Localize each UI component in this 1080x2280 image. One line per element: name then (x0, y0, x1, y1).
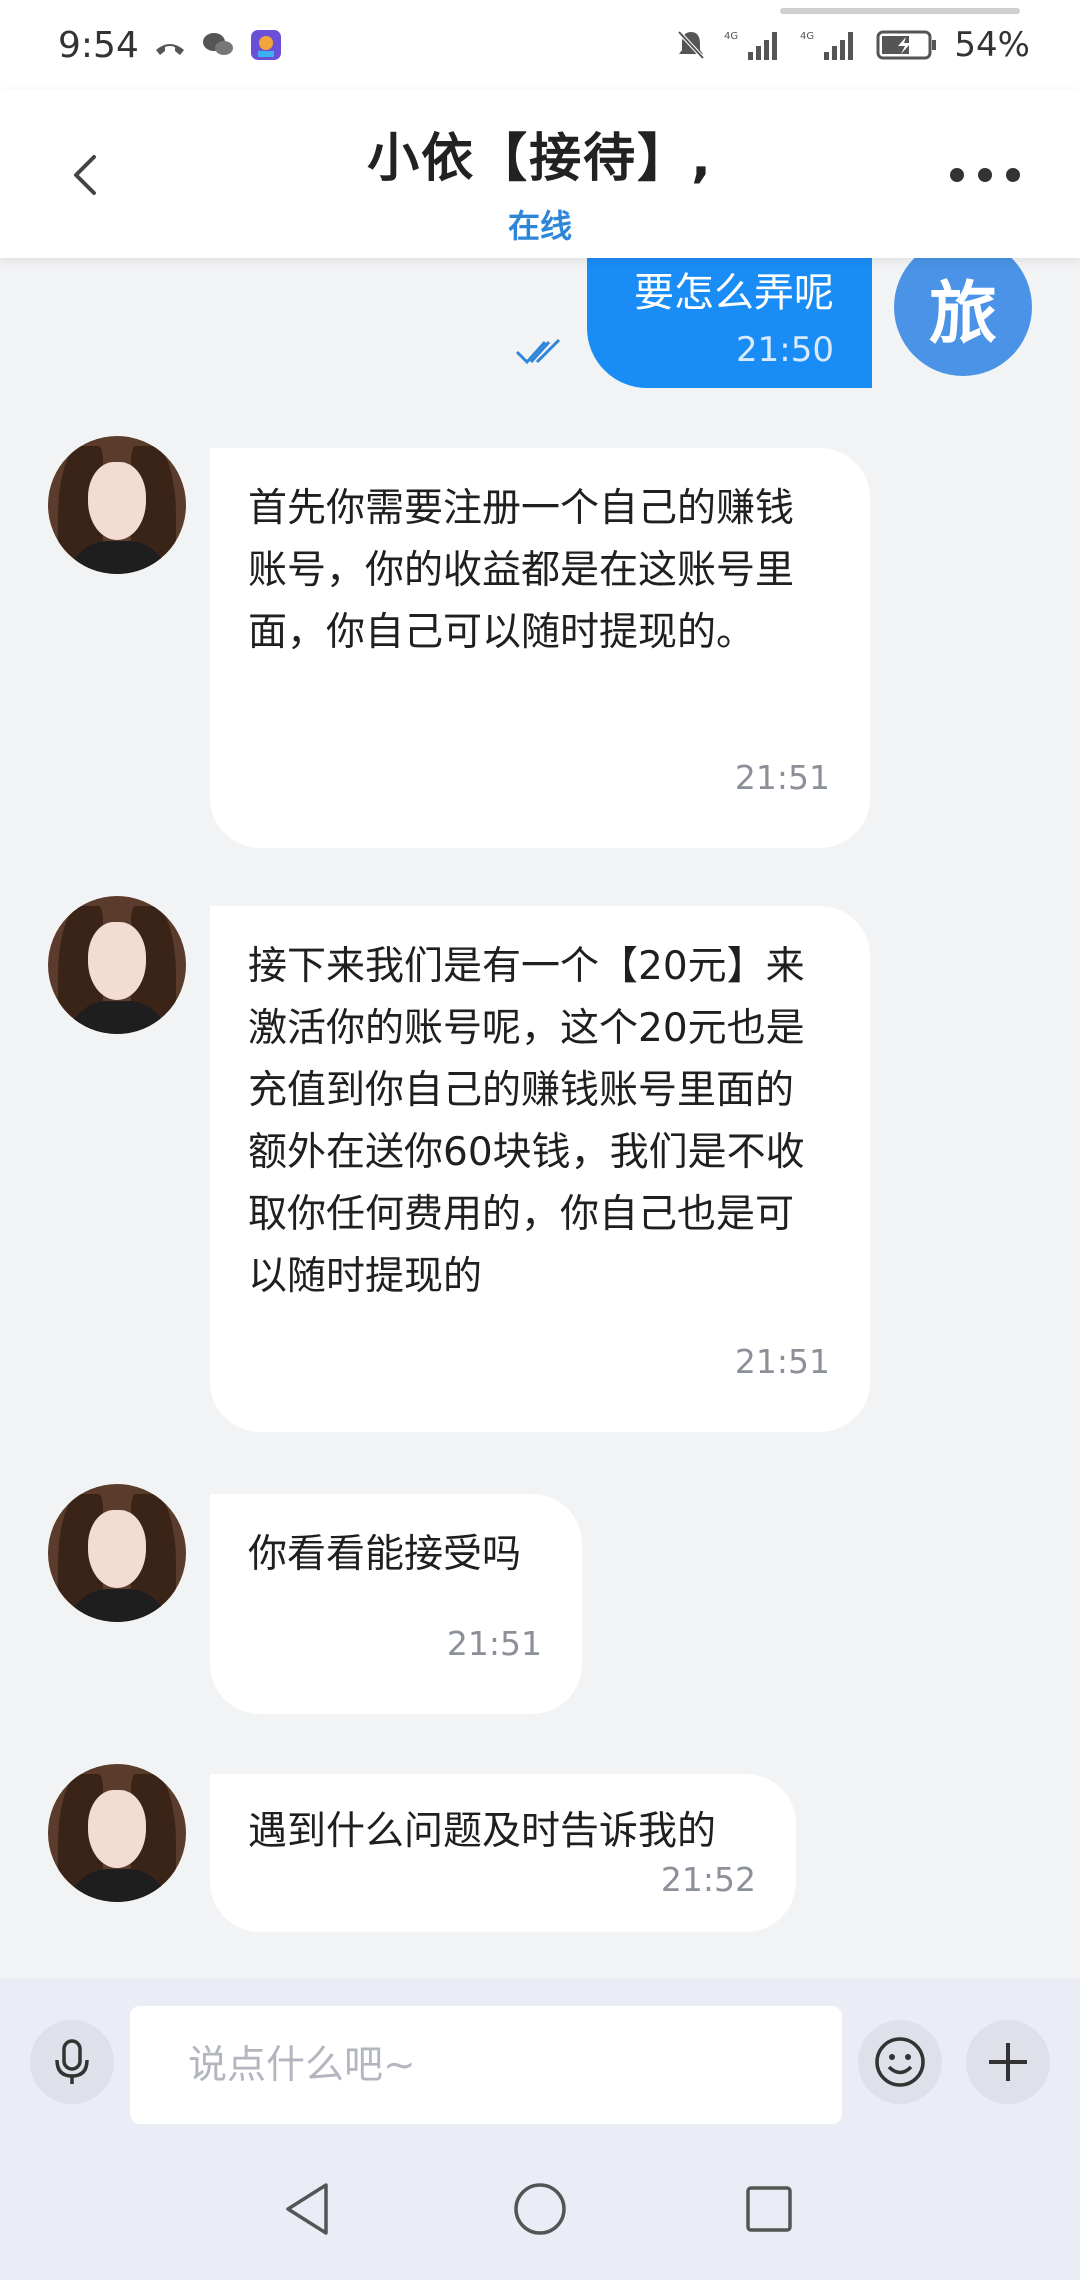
more-dot-icon (1006, 168, 1020, 182)
missed-call-icon (153, 28, 187, 62)
nav-back-button[interactable] (272, 2174, 342, 2244)
emoji-button[interactable] (858, 2020, 942, 2104)
status-bar: 9:54 4G 4G 54% (0, 0, 1080, 90)
smiley-icon (875, 2037, 925, 2087)
wechat-icon (201, 28, 235, 62)
self-avatar[interactable]: 旅 (894, 258, 1032, 376)
status-time: 9:54 (58, 24, 139, 66)
read-double-check-icon (515, 338, 561, 365)
message-input[interactable] (130, 2006, 842, 2124)
voice-button[interactable] (30, 2020, 114, 2104)
message-time: 21:50 (736, 330, 834, 370)
svg-text:4G: 4G (800, 31, 814, 42)
outgoing-message[interactable]: 要怎么弄呢 21:50 (587, 258, 872, 388)
message-bubble[interactable]: 遇到什么问题及时告诉我的 21:52 (210, 1774, 796, 1932)
message-text: 要怎么弄呢 (634, 270, 834, 316)
more-dot-icon (978, 168, 992, 182)
triangle-back-icon (286, 2183, 328, 2235)
message-bubble[interactable]: 接下来我们是有一个【20元】来激活你的账号呢，这个20元也是充值到你自己的赚钱账… (210, 906, 870, 1432)
app-icon (249, 28, 283, 62)
more-options-button[interactable] (950, 155, 1020, 195)
square-recents-icon (746, 2186, 792, 2232)
contact-avatar[interactable] (48, 436, 186, 574)
title-area: 小依【接待】, 在线 (0, 116, 1080, 247)
contact-avatar[interactable] (48, 1764, 186, 1902)
microphone-icon (55, 2039, 89, 2084)
add-attachment-button[interactable] (966, 2020, 1050, 2104)
svg-text:4G: 4G (724, 31, 738, 42)
chat-header: 小依【接待】, 在线 (0, 90, 1080, 258)
message-text: 接下来我们是有一个【20元】来激活你的账号呢，这个20元也是充值到你自己的赚钱账… (248, 944, 805, 1299)
nav-home-button[interactable] (505, 2174, 575, 2244)
contact-name: 小依【接待】, (367, 129, 713, 189)
plus-icon (989, 2043, 1027, 2081)
input-bar (0, 1978, 1080, 2138)
battery-icon (876, 28, 938, 62)
self-avatar-text: 旅 (928, 274, 997, 354)
chat-messages[interactable]: 要怎么弄呢 21:50 旅 首先你需要注册一个自己的赚钱账号，你的收益都是在这账… (0, 258, 1080, 1978)
message-bubble[interactable]: 你看看能接受吗 21:51 (210, 1494, 582, 1714)
online-status: 在线 (507, 207, 572, 245)
message-time: 21:51 (446, 1624, 542, 1663)
message-time: 21:51 (734, 1342, 830, 1381)
message-text: 遇到什么问题及时告诉我的 (248, 1809, 717, 1854)
more-dot-icon (950, 168, 964, 182)
message-time: 21:52 (660, 1860, 756, 1899)
nav-recents-button[interactable] (734, 2174, 804, 2244)
battery-percent: 54% (954, 25, 1030, 65)
message-bubble[interactable]: 首先你需要注册一个自己的赚钱账号，你的收益都是在这账号里面，你自己可以随时提现的… (210, 448, 870, 848)
contact-avatar[interactable] (48, 896, 186, 1034)
circle-home-icon (514, 2183, 566, 2235)
silent-bell-icon (674, 28, 708, 62)
contact-avatar[interactable] (48, 1484, 186, 1622)
signal-icon-2: 4G (800, 28, 860, 62)
message-text: 你看看能接受吗 (248, 1532, 522, 1577)
message-text: 首先你需要注册一个自己的赚钱账号，你的收益都是在这账号里面，你自己可以随时提现的… (248, 486, 795, 655)
signal-icon-1: 4G (724, 28, 784, 62)
status-indicator-line (780, 8, 1020, 14)
system-navigation-bar (0, 2138, 1080, 2280)
message-time: 21:51 (734, 758, 830, 797)
